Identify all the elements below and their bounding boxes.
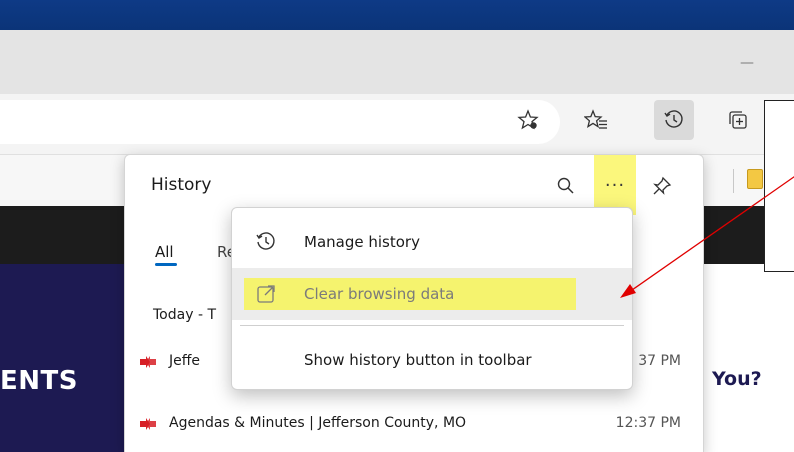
history-row-title: Agendas & Minutes | Jefferson County, MO <box>169 415 467 431</box>
history-title: History <box>151 175 212 195</box>
tab-selected-indicator <box>155 263 177 266</box>
favorite-add-button[interactable] <box>508 100 548 140</box>
history-icon <box>254 230 278 254</box>
history-row-title: Jeffe <box>169 353 201 369</box>
collections-icon <box>729 111 747 129</box>
tab-all[interactable]: All <box>155 243 174 261</box>
favorites-button[interactable] <box>576 100 616 140</box>
annotation-callout-box <box>764 100 794 272</box>
clear-data-icon <box>254 282 278 306</box>
menu-item-label: Show history button in toolbar <box>304 351 532 369</box>
site-favicon-icon <box>140 356 156 368</box>
screenshot: — ENTS You? History ··· All Re Today - T… <box>0 0 794 452</box>
history-icon <box>664 110 683 128</box>
history-row[interactable]: Agendas & Minutes | Jefferson County, MO… <box>139 407 689 443</box>
minimize-button[interactable]: — <box>740 56 758 70</box>
favorites-separator <box>733 169 734 193</box>
search-icon <box>557 177 574 194</box>
page-heading-fragment: You? <box>712 368 762 390</box>
folder-icon[interactable] <box>747 169 763 189</box>
collections-button[interactable] <box>718 100 758 140</box>
menu-item-label: Manage history <box>304 233 420 251</box>
address-toolbar <box>0 94 794 154</box>
history-section-header: Today - T <box>153 307 216 323</box>
menu-item-show-history-button[interactable]: Show history button in toolbar <box>232 334 632 386</box>
history-more-menu: Manage history Clear browsing data Show … <box>231 207 633 390</box>
history-row-time: 37 PM <box>638 353 681 369</box>
pin-icon <box>653 176 672 195</box>
history-search-button[interactable] <box>551 171 581 201</box>
menu-item-clear-browsing-data[interactable]: Clear browsing data <box>232 268 632 320</box>
favorite-add-icon <box>517 109 539 130</box>
address-bar[interactable] <box>0 100 560 144</box>
menu-item-label: Clear browsing data <box>304 285 455 303</box>
hero-heading: ENTS <box>0 366 78 396</box>
more-options-button[interactable]: ··· <box>594 155 636 215</box>
hero-panel: ENTS <box>0 264 135 452</box>
favorites-icon <box>584 109 607 129</box>
tab-bar: — <box>0 30 794 94</box>
menu-item-manage-history[interactable]: Manage history <box>232 216 632 268</box>
history-button[interactable] <box>654 100 694 140</box>
site-favicon-icon <box>140 418 156 430</box>
window-title-strip <box>0 0 794 30</box>
menu-separator <box>240 325 624 326</box>
pin-history-button[interactable] <box>647 171 677 201</box>
history-row-time: 12:37 PM <box>615 415 681 431</box>
